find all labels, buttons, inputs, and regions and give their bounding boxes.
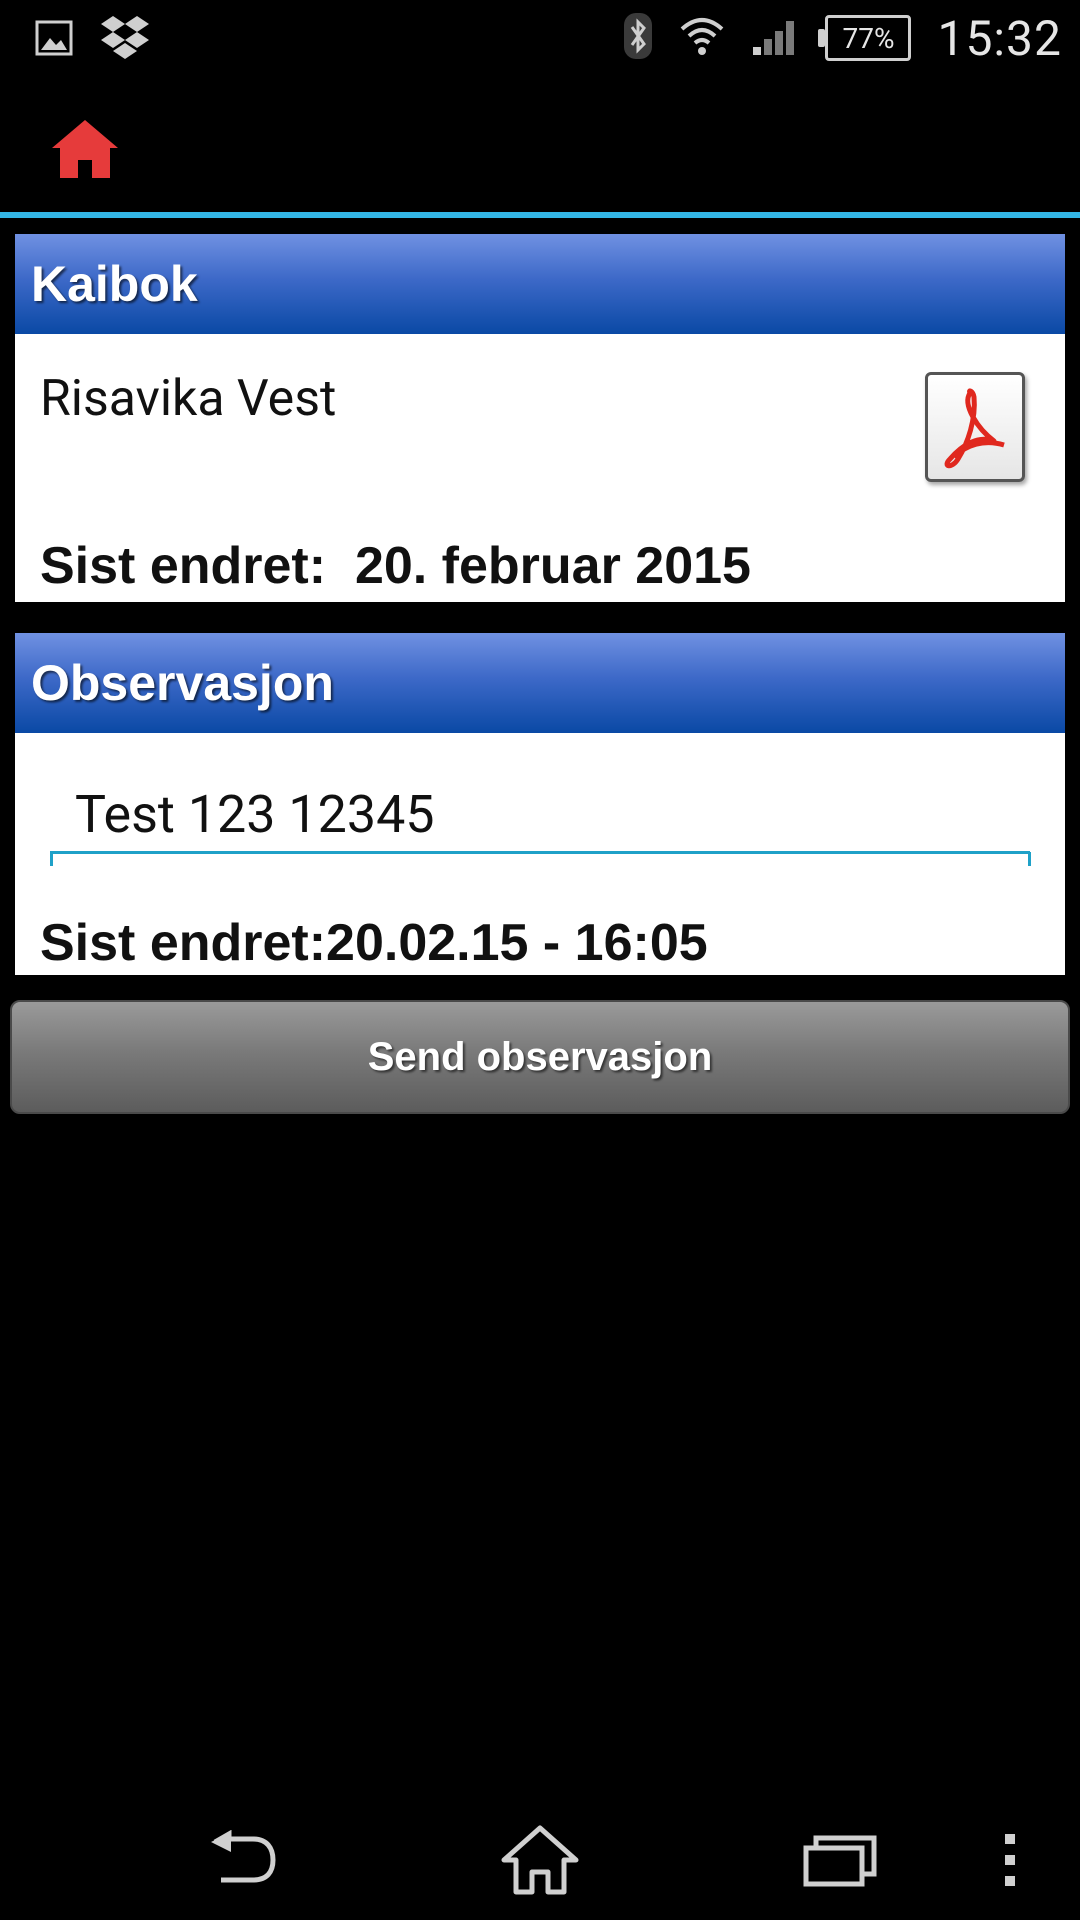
status-bar-left xyxy=(34,14,150,66)
overflow-menu-button[interactable] xyxy=(975,1822,1045,1902)
recent-apps-icon xyxy=(802,1832,878,1892)
signal-icon xyxy=(751,15,799,61)
kaibok-place: Risavika Vest xyxy=(40,370,337,428)
home-outline-icon xyxy=(500,1824,580,1900)
overflow-menu-icon xyxy=(1002,1830,1018,1894)
wifi-icon xyxy=(679,15,725,61)
status-bar: 77% 15:32 xyxy=(0,0,1080,76)
battery-indicator: 77% xyxy=(818,15,912,61)
bluetooth-icon xyxy=(623,12,653,64)
kaibok-title: Kaibok xyxy=(31,256,198,312)
observasjon-last-modified: Sist endret:20.02.15 - 16:05 xyxy=(40,914,708,972)
observasjon-panel: Observasjon Sist endret:20.02.15 - 16:05 xyxy=(15,633,1065,975)
observasjon-header: Observasjon xyxy=(15,633,1065,733)
gallery-icon xyxy=(34,18,74,62)
kaibok-panel: Kaibok Risavika Vest Sist endret: 20. fe… xyxy=(15,234,1065,602)
status-bar-right: 77% 15:32 xyxy=(623,8,1062,68)
kaibok-last-modified: Sist endret: 20. februar 2015 xyxy=(40,537,751,595)
home-icon xyxy=(50,120,120,186)
pdf-icon xyxy=(928,388,1022,483)
recent-apps-button[interactable] xyxy=(795,1822,885,1902)
clock: 15:32 xyxy=(937,9,1062,67)
back-icon xyxy=(201,1829,281,1894)
kaibok-header: Kaibok xyxy=(15,234,1065,334)
battery-level: 77% xyxy=(842,21,895,55)
back-button[interactable] xyxy=(196,1822,286,1902)
input-underline-right-edge xyxy=(1028,852,1031,866)
observasjon-title: Observasjon xyxy=(31,655,334,711)
send-observation-label: Send observasjon xyxy=(367,1034,713,1079)
dropbox-icon xyxy=(100,14,150,66)
observation-input[interactable] xyxy=(50,778,1030,854)
home-button[interactable] xyxy=(50,116,120,186)
pdf-document-button[interactable] xyxy=(925,372,1025,482)
action-bar-divider xyxy=(0,212,1080,218)
input-underline-left-edge xyxy=(50,852,53,866)
nav-home-button[interactable] xyxy=(495,1822,585,1902)
navigation-bar xyxy=(0,1800,1080,1920)
send-observation-button[interactable]: Send observasjon xyxy=(10,1000,1070,1114)
action-bar xyxy=(0,76,1080,212)
